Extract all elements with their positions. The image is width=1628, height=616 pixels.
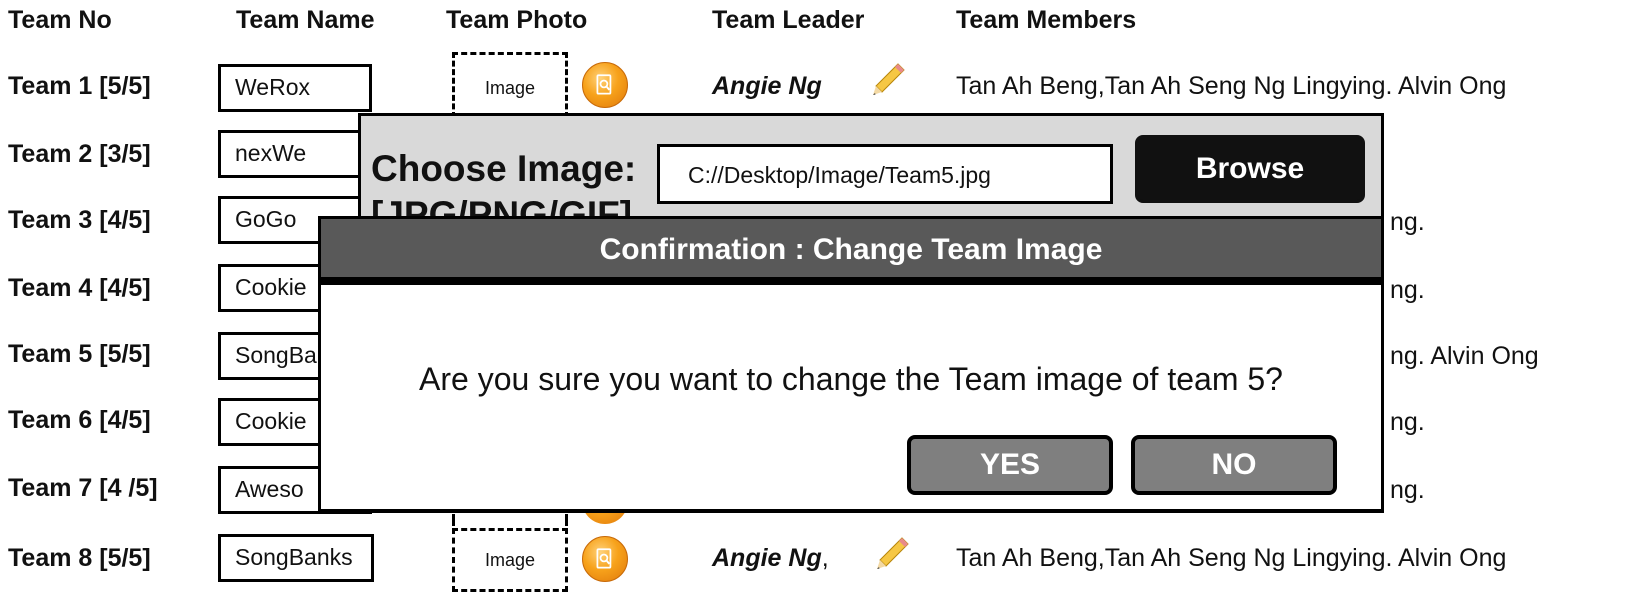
dialog-message: Are you sure you want to change the Team… [419, 361, 1283, 397]
team-photo-8: Image [452, 528, 568, 592]
header-team-members: Team Members [956, 6, 1137, 34]
upload-image-icon[interactable] [582, 536, 628, 582]
team-no-5: Team 5 [5/5] [8, 340, 151, 368]
dialog-title: Confirmation : Change Team Image [321, 219, 1381, 285]
pencil-icon[interactable] [872, 534, 912, 574]
team-members-6: ng. [1390, 408, 1425, 436]
pencil-icon[interactable] [868, 60, 908, 100]
team-no-3: Team 3 [4/5] [8, 206, 151, 234]
header-team-leader: Team Leader [712, 6, 865, 34]
no-button[interactable]: NO [1131, 435, 1337, 495]
team-photo-label: Image [484, 78, 536, 98]
team-photo-label: Image [484, 550, 536, 570]
team-no-2: Team 2 [3/5] [8, 140, 151, 168]
team-members-3: ng. [1390, 208, 1425, 236]
browse-button[interactable]: Browse [1135, 135, 1365, 203]
header-team-no: Team No [8, 6, 112, 34]
team-no-1: Team 1 [5/5] [8, 72, 151, 100]
team-photo-7 [452, 514, 568, 526]
image-path-input[interactable]: C://Desktop/Image/Team5.jpg [657, 144, 1113, 204]
team-leader-8-name: Angie Ng [712, 544, 822, 572]
team-no-4: Team 4 [4/5] [8, 274, 151, 302]
team-leader-1: Angie Ng [712, 72, 822, 100]
team-name-field-8[interactable]: SongBanks [218, 534, 374, 582]
team-leader-8: Angie Ng, [712, 544, 829, 573]
team-members-7: ng. [1390, 476, 1425, 504]
upload-image-icon[interactable] [582, 62, 628, 108]
team-members-8: Tan Ah Beng,Tan Ah Seng Ng Lingying. Alv… [956, 544, 1507, 572]
team-name-field-1[interactable]: WeRox [218, 64, 372, 112]
team-name-field-2[interactable]: nexWe [218, 130, 372, 178]
team-no-7: Team 7 [4 /5] [8, 474, 158, 502]
team-leader-8-suffix: , [821, 544, 829, 572]
team-members-1: Tan Ah Beng,Tan Ah Seng Ng Lingying. Alv… [956, 72, 1507, 100]
header-team-name: Team Name [236, 6, 375, 34]
team-photo-1: Image [452, 52, 568, 118]
team-members-4: ng. [1390, 276, 1425, 304]
team-members-5: ng. Alvin Ong [1390, 342, 1539, 370]
header-team-photo: Team Photo [446, 6, 588, 34]
yes-button[interactable]: YES [907, 435, 1113, 495]
team-no-8: Team 8 [5/5] [8, 544, 151, 572]
team-no-6: Team 6 [4/5] [8, 406, 151, 434]
confirmation-dialog: Confirmation : Change Team Image Are you… [318, 216, 1384, 512]
